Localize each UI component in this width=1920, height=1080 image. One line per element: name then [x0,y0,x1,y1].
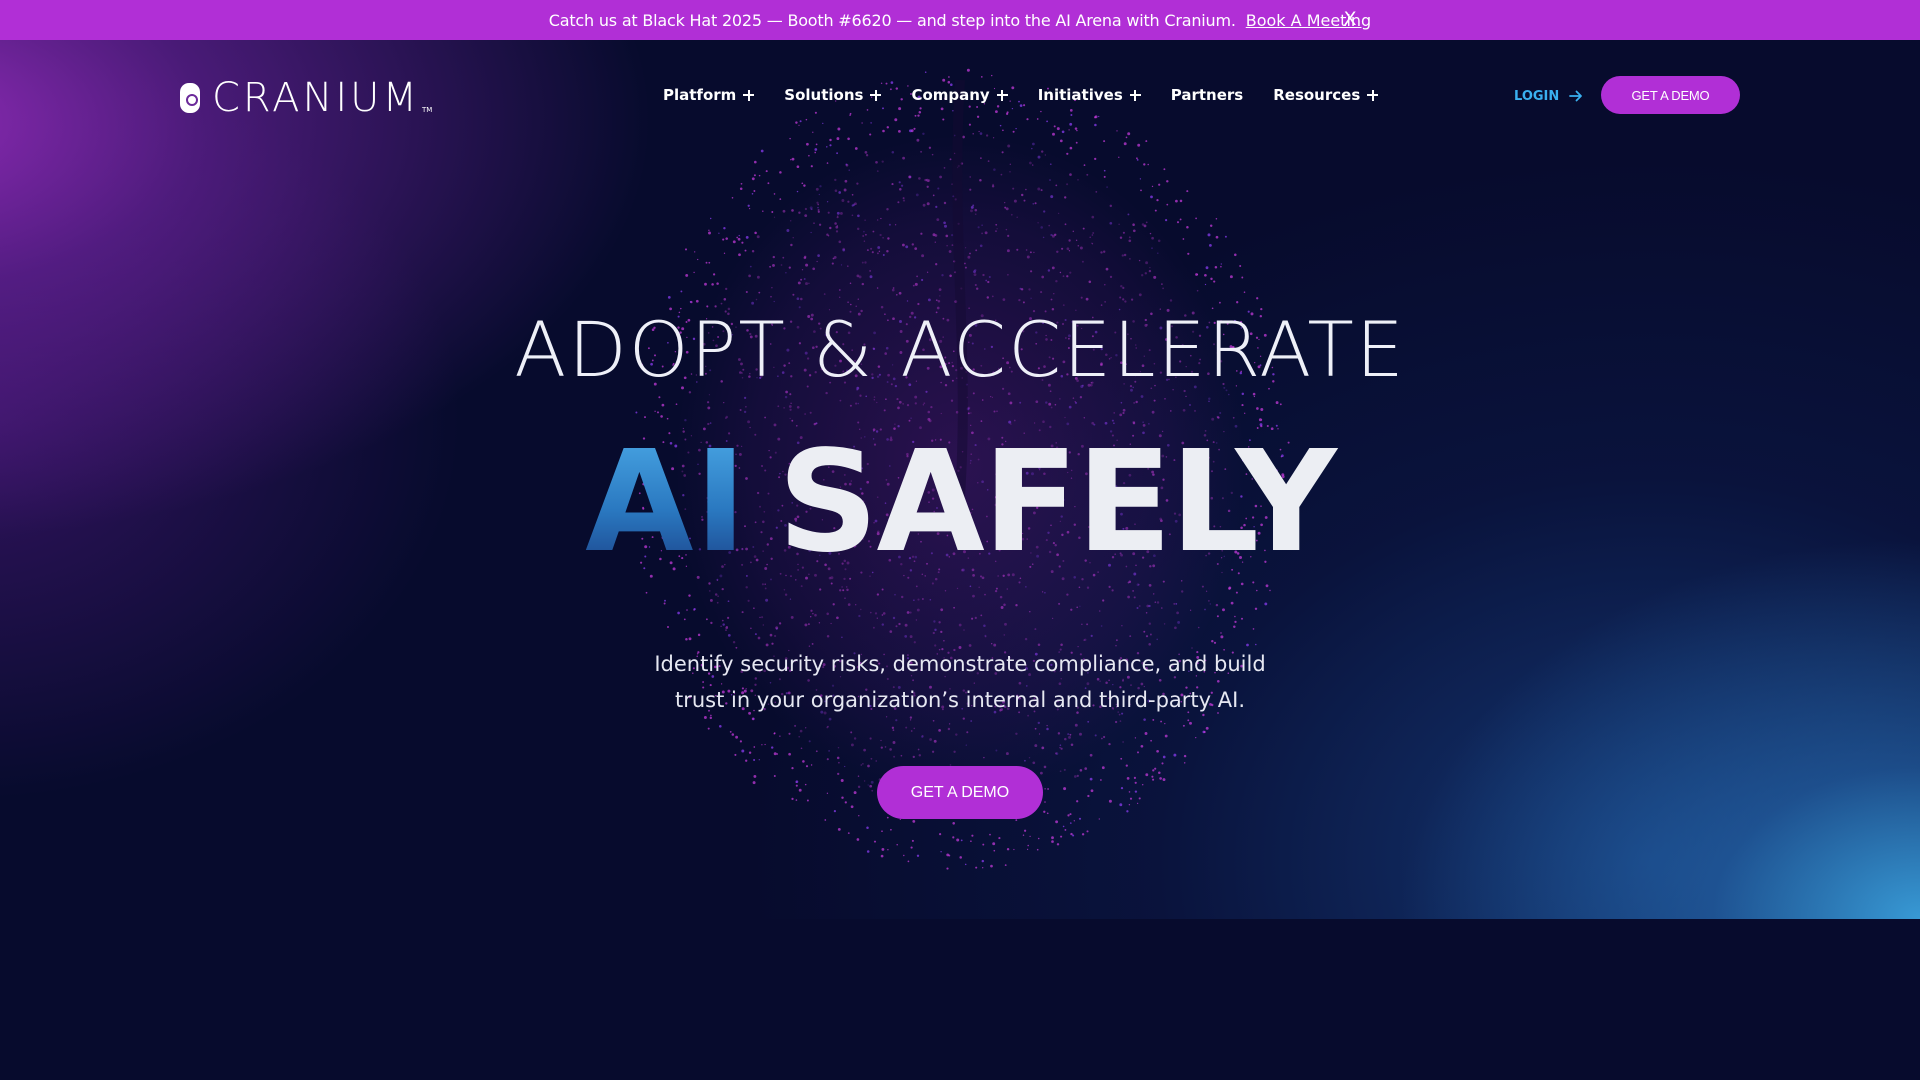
nav-item-label: Resources [1273,86,1361,104]
plus-icon [996,89,1008,101]
main-nav: Platform Solutions Company Initiatives P… [663,82,1379,108]
logo-mark-icon [180,83,200,113]
plus-icon [743,89,755,101]
arrow-right-icon [1569,90,1583,102]
close-icon[interactable]: X [1341,8,1359,30]
logo-wordmark: CRANIUM [212,75,420,121]
login-label: LOGIN [1514,88,1560,104]
nav-item-company[interactable]: Company [911,86,1008,104]
announcement-bar: Catch us at Black Hat 2025 — Booth #6620… [0,0,1920,40]
nav-item-label: Company [911,86,990,104]
nav-item-label: Platform [663,86,737,104]
hero-headline-ai: AI [585,421,748,584]
nav-item-partners[interactable]: Partners [1171,86,1243,104]
nav-item-resources[interactable]: Resources [1273,86,1379,104]
hero-subtitle: Identify security risks, demonstrate com… [0,646,1920,718]
plus-icon [870,89,882,101]
nav-item-label: Solutions [784,86,864,104]
login-link[interactable]: LOGIN [1514,85,1583,107]
page-bottom-area [0,919,1920,1080]
hero-headline-safely: SAFELY [777,421,1337,584]
hero-get-demo-button[interactable]: GET A DEMO [877,766,1043,819]
hero-headline-line2: AI SAFELY [0,428,1920,578]
hero-subtitle-line2: trust in your organization’s internal an… [675,688,1245,712]
hero-headline-line1: ADOPT & ACCELERATE [514,305,1406,394]
nav-item-initiatives[interactable]: Initiatives [1038,86,1141,104]
nav-item-solutions[interactable]: Solutions [784,86,882,104]
header-get-demo-button[interactable]: GET A DEMO [1601,76,1740,114]
nav-item-platform[interactable]: Platform [663,86,755,104]
nav-item-label: Initiatives [1037,86,1123,104]
logo-trademark: TM [421,106,433,114]
plus-icon [1367,89,1379,101]
main-header: CRANIUM TM Platform Solutions Company In… [0,40,1920,150]
hero-subtitle-line1: Identify security risks, demonstrate com… [654,652,1266,676]
plus-icon [1129,89,1141,101]
cranium-logo[interactable]: CRANIUM TM [180,75,433,121]
nav-item-label: Partners [1170,86,1244,104]
announcement-text: Catch us at Black Hat 2025 — Booth #6620… [548,10,1236,30]
